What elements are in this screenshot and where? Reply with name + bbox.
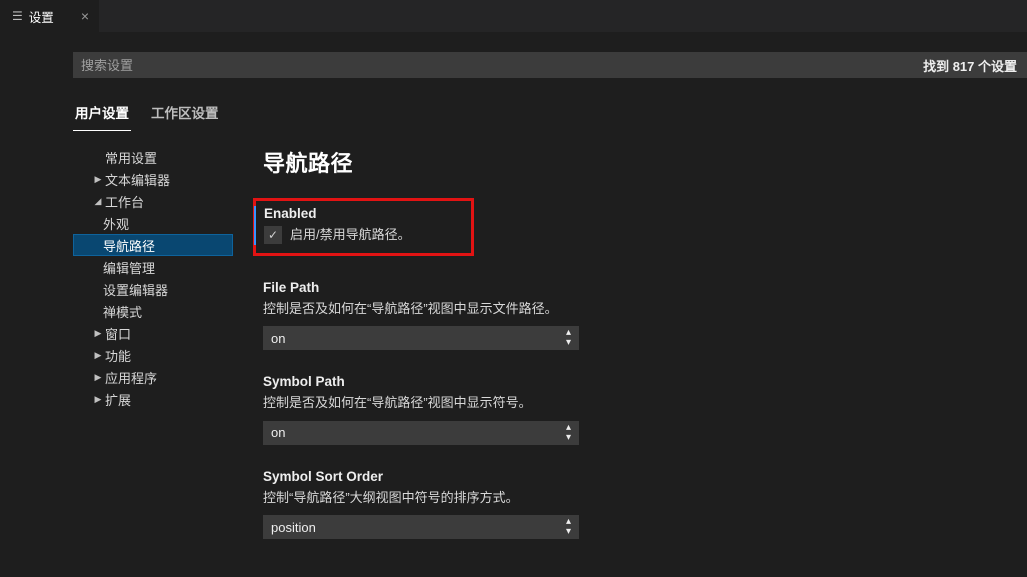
chevron-down-icon: ◢ (93, 196, 103, 207)
tab-user-settings[interactable]: 用户设置 (73, 96, 131, 131)
modified-indicator: Enabled ✓ 启用/禁用导航路径。 (254, 206, 411, 245)
dropdown-file-path[interactable]: on ▴▾ (263, 326, 579, 350)
toc-label: 功能 (105, 346, 131, 365)
scope-tabs: 用户设置 工作区设置 (73, 96, 1027, 132)
toc-item-features[interactable]: ▶功能 (73, 344, 233, 366)
setting-description: 控制“导航路径”大纲视图中符号的排序方式。 (263, 488, 823, 508)
tab-workspace-settings[interactable]: 工作区设置 (149, 96, 221, 131)
setting-description: 启用/禁用导航路径。 (290, 225, 411, 245)
setting-name: Enabled (264, 206, 411, 221)
highlight-annotation: Enabled ✓ 启用/禁用导航路径。 (253, 198, 474, 256)
toc-item-breadcrumbs[interactable]: 导航路径 (73, 234, 233, 256)
search-input[interactable] (73, 52, 919, 78)
toc-label: 扩展 (105, 390, 131, 409)
toc-item-extensions[interactable]: ▶扩展 (73, 388, 233, 410)
chevron-right-icon: ▶ (93, 350, 103, 361)
toc-item-settings-editor[interactable]: 设置编辑器 (73, 278, 233, 300)
toc-item-common[interactable]: 常用设置 (73, 146, 233, 168)
toc-item-workbench[interactable]: ◢工作台 (73, 190, 233, 212)
toc-label: 窗口 (105, 324, 131, 343)
setting-name: Symbol Sort Order (263, 469, 823, 484)
dropdown-value: on (271, 331, 285, 346)
settings-toc: 常用设置 ▶文本编辑器 ◢工作台 外观 导航路径 编辑管理 设置编辑器 禅模式 … (73, 142, 233, 577)
dropdown-symbol-sort-order[interactable]: position ▴▾ (263, 515, 579, 539)
settings-sliders-icon: ☰ (12, 9, 23, 23)
close-icon[interactable]: × (81, 9, 89, 23)
dropdown-symbol-path[interactable]: on ▴▾ (263, 421, 579, 445)
toc-label: 工作台 (105, 192, 144, 211)
toc-label: 编辑管理 (103, 258, 155, 277)
setting-name: File Path (263, 280, 823, 295)
setting-enabled: Enabled ✓ 启用/禁用导航路径。 (263, 198, 823, 256)
toc-item-text-editor[interactable]: ▶文本编辑器 (73, 168, 233, 190)
editor-tab-bar: ☰ 设置 × (0, 0, 1027, 32)
chevron-right-icon: ▶ (93, 174, 103, 185)
chevron-right-icon: ▶ (93, 328, 103, 339)
setting-symbol-sort-order: Symbol Sort Order 控制“导航路径”大纲视图中符号的排序方式。 … (263, 469, 823, 540)
toc-label: 导航路径 (103, 236, 155, 255)
search-row: 找到 817 个设置 (73, 52, 1027, 78)
toc-item-appearance[interactable]: 外观 (73, 212, 233, 234)
result-count: 找到 817 个设置 (919, 52, 1027, 78)
setting-name: Symbol Path (263, 374, 823, 389)
section-title: 导航路径 (263, 146, 1027, 178)
setting-checkbox-row: ✓ 启用/禁用导航路径。 (264, 225, 411, 245)
setting-symbol-path: Symbol Path 控制是否及如何在“导航路径”视图中显示符号。 on ▴▾ (263, 374, 823, 445)
toc-item-editor-management[interactable]: 编辑管理 (73, 256, 233, 278)
tab-label: 设置 (29, 7, 54, 26)
chevron-updown-icon: ▴▾ (566, 423, 571, 443)
settings-content: 导航路径 Enabled ✓ 启用/禁用导航路径。 File Path 控制是否… (233, 142, 1027, 577)
dropdown-value: position (271, 520, 316, 535)
toc-label: 外观 (103, 214, 129, 233)
chevron-updown-icon: ▴▾ (566, 328, 571, 348)
toc-label: 禅模式 (103, 302, 142, 321)
chevron-right-icon: ▶ (93, 394, 103, 405)
chevron-updown-icon: ▴▾ (566, 517, 571, 537)
toc-item-application[interactable]: ▶应用程序 (73, 366, 233, 388)
chevron-right-icon: ▶ (93, 372, 103, 383)
toc-label: 文本编辑器 (105, 170, 170, 189)
toc-label: 应用程序 (105, 368, 157, 387)
settings-split: 常用设置 ▶文本编辑器 ◢工作台 外观 导航路径 编辑管理 设置编辑器 禅模式 … (73, 142, 1027, 577)
toc-item-window[interactable]: ▶窗口 (73, 322, 233, 344)
setting-description: 控制是否及如何在“导航路径”视图中显示文件路径。 (263, 299, 823, 319)
setting-description: 控制是否及如何在“导航路径”视图中显示符号。 (263, 393, 823, 413)
toc-label: 设置编辑器 (103, 280, 168, 299)
checkbox[interactable]: ✓ (264, 226, 282, 244)
toc-label: 常用设置 (105, 148, 157, 167)
dropdown-value: on (271, 425, 285, 440)
settings-body: 找到 817 个设置 用户设置 工作区设置 常用设置 ▶文本编辑器 ◢工作台 外… (0, 52, 1027, 577)
setting-file-path: File Path 控制是否及如何在“导航路径”视图中显示文件路径。 on ▴▾ (263, 280, 823, 351)
tab-settings[interactable]: ☰ 设置 × (0, 0, 100, 32)
toc-item-zen-mode[interactable]: 禅模式 (73, 300, 233, 322)
